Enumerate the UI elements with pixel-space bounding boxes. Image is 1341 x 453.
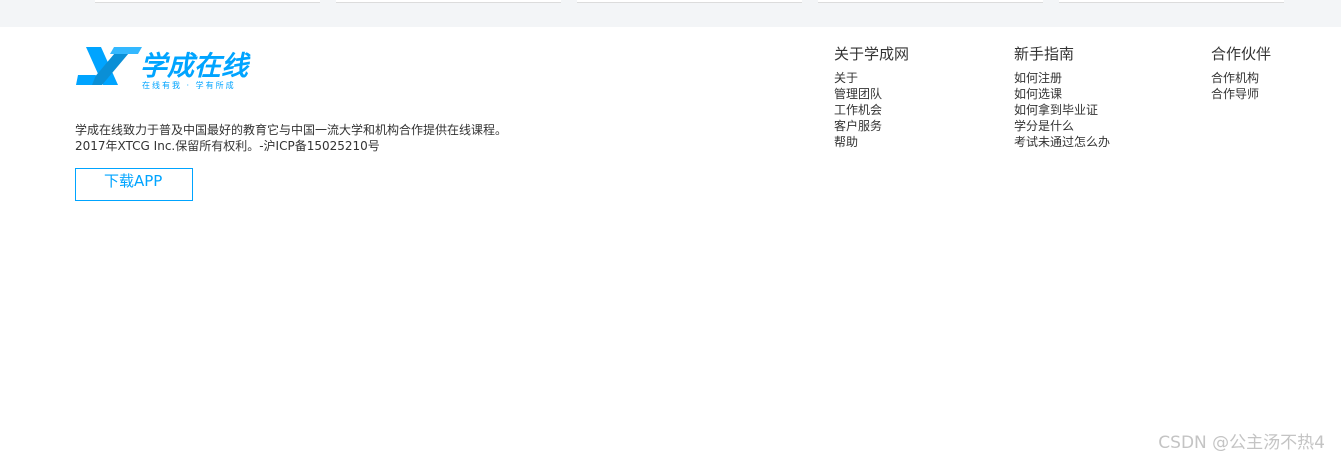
footer-description-line: 学成在线致力于普及中国最好的教育它与中国一流大学和机构合作提供在线课程。 <box>75 123 508 137</box>
brand-logo-image: 学成在线 在线有我 · 学有所成 <box>76 47 251 90</box>
footer-link[interactable]: 关于 <box>834 70 909 86</box>
content-area-bottom <box>0 0 1341 27</box>
course-card-edge[interactable] <box>577 0 802 3</box>
footer-link[interactable]: 如何注册 <box>1014 70 1110 86</box>
footer-link[interactable]: 合作机构 <box>1211 70 1271 86</box>
footer-column-guide: 新手指南 如何注册 如何选课 如何拿到毕业证 学分是什么 考试未通过怎么办 <box>1014 44 1110 150</box>
brand-name: 学成在线 <box>140 51 251 82</box>
footer-link[interactable]: 工作机会 <box>834 102 909 118</box>
download-app-button[interactable]: 下载APP <box>75 168 193 201</box>
footer-column-title: 合作伙伴 <box>1211 45 1272 63</box>
footer-link[interactable]: 考试未通过怎么办 <box>1014 134 1110 150</box>
footer-link[interactable]: 合作导师 <box>1211 86 1271 102</box>
course-card-edge[interactable] <box>336 0 561 3</box>
footer-description: 学成在线致力于普及中国最好的教育它与中国一流大学和机构合作提供在线课程。 201… <box>75 122 507 154</box>
footer-copyright-line: 2017年XTCG Inc.保留所有权利。-沪ICP备15025210号 <box>75 139 380 153</box>
footer-column-title: 新手指南 <box>1014 45 1075 63</box>
footer-column-title: 关于学成网 <box>834 45 910 63</box>
footer-link[interactable]: 学分是什么 <box>1014 118 1110 134</box>
course-card-edge[interactable] <box>95 0 320 3</box>
brand-logo[interactable]: 学成在线 在线有我 · 学有所成 <box>76 45 276 91</box>
brand-slogan: 在线有我 · 学有所成 <box>142 80 236 90</box>
course-card-edge[interactable] <box>818 0 1043 3</box>
footer-link[interactable]: 如何选课 <box>1014 86 1110 102</box>
footer-column-about: 关于学成网 关于 管理团队 工作机会 客户服务 帮助 <box>834 44 909 150</box>
site-footer: 学成在线 在线有我 · 学有所成 学成在线致力于普及中国最好的教育它与中国一流大… <box>0 27 1341 453</box>
footer-column-partners: 合作伙伴 合作机构 合作导师 <box>1211 44 1271 102</box>
footer-link[interactable]: 客户服务 <box>834 118 909 134</box>
footer-link[interactable]: 帮助 <box>834 134 909 150</box>
footer-link[interactable]: 管理团队 <box>834 86 909 102</box>
course-card-edge[interactable] <box>1059 0 1284 3</box>
footer-link[interactable]: 如何拿到毕业证 <box>1014 102 1110 118</box>
